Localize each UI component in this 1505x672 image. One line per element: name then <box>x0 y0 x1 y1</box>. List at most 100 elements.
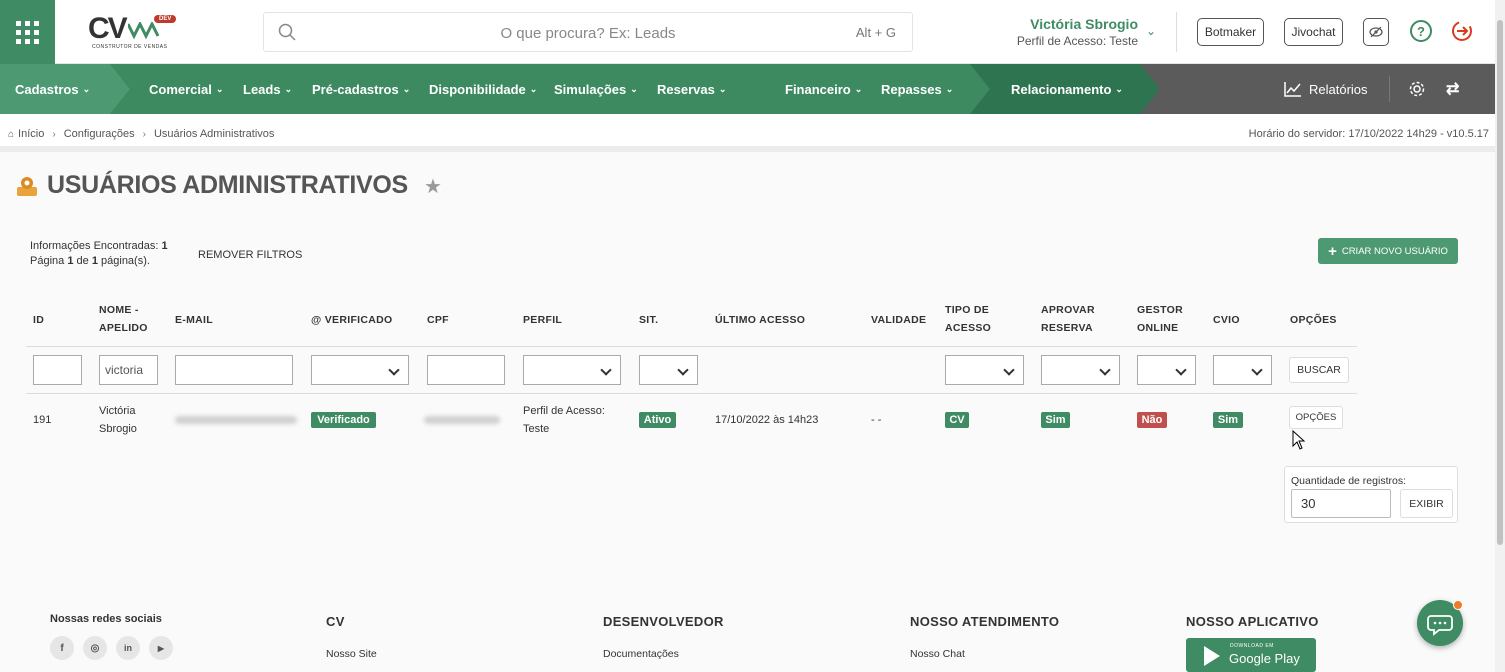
filter-email-input[interactable] <box>175 355 293 385</box>
nav-pre-cadastros[interactable]: Pré-cadastros ⌄ <box>312 64 410 114</box>
breadcrumb-item[interactable]: Início <box>18 128 44 140</box>
logout-icon[interactable] <box>1451 20 1473 42</box>
nav-cadastros[interactable]: Cadastros ⌄ <box>15 64 90 114</box>
hide-eye-button[interactable] <box>1363 18 1389 46</box>
cell-validity: - - <box>871 414 882 426</box>
cvio-badge: Sim <box>1213 412 1243 428</box>
filter-id-input[interactable] <box>33 355 82 385</box>
footer-link-site[interactable]: Nosso Site <box>326 648 377 660</box>
col-header-email[interactable]: E-MAIL <box>175 311 213 329</box>
user-menu[interactable]: Victória Sbrogio Perfil de Acesso: Teste <box>1000 16 1138 48</box>
search-shortcut: Alt + G <box>855 25 896 40</box>
search-button[interactable]: BUSCAR <box>1289 357 1349 383</box>
filter-access-type-select[interactable] <box>945 355 1024 385</box>
filter-name-input[interactable]: victoria <box>99 355 158 385</box>
remove-filters-button[interactable]: REMOVER FILTROS <box>198 249 302 261</box>
chart-line-icon <box>1284 82 1301 97</box>
breadcrumb-item[interactable]: Configurações <box>64 128 135 140</box>
star-icon[interactable]: ★ <box>424 174 442 199</box>
breadcrumb-item: Usuários Administrativos <box>153 128 275 140</box>
chevron-right-icon: › <box>142 128 146 140</box>
breadcrumb: ⌂ Início › Configurações › Usuários Admi… <box>8 128 274 140</box>
home-icon: ⌂ <box>8 128 15 140</box>
nav-disponibilidade[interactable]: Disponibilidade ⌄ <box>429 64 537 114</box>
eye-slash-icon <box>1369 26 1383 38</box>
col-header-validity[interactable]: VALIDADE <box>871 311 926 329</box>
results-info: Informações Encontradas: 1 Página 1 de 1… <box>30 240 168 267</box>
footer-link-chat[interactable]: Nosso Chat <box>910 648 965 660</box>
settings-button[interactable] <box>1408 64 1426 114</box>
col-header-status[interactable]: SIT. <box>639 311 658 329</box>
facebook-icon[interactable]: f <box>50 636 74 660</box>
play-store-icon <box>1204 646 1220 666</box>
show-button[interactable]: EXIBIR <box>1400 489 1453 518</box>
page-title: USUÁRIOS ADMINISTRATIVOS <box>47 171 408 199</box>
nav-leads[interactable]: Leads ⌄ <box>243 64 292 114</box>
chevron-down-icon[interactable]: ⌄ <box>1146 24 1156 38</box>
logo-subtitle: CONSTRUTOR DE VENDAS <box>92 44 168 50</box>
col-header-cpf[interactable]: CPF <box>427 311 449 329</box>
plus-icon: + <box>1328 242 1337 260</box>
col-header-cvio[interactable]: CVIO <box>1213 311 1240 329</box>
gear-icon <box>1409 81 1425 97</box>
filter-cpf-input[interactable] <box>427 355 505 385</box>
filter-online-manager-select[interactable] <box>1137 355 1196 385</box>
col-header-name[interactable]: NOME - APELIDO <box>99 301 159 337</box>
chat-widget-button[interactable] <box>1417 600 1463 646</box>
user-gear-icon <box>17 177 37 196</box>
linkedin-icon[interactable]: in <box>116 636 140 660</box>
col-header-profile[interactable]: PERFIL <box>523 311 562 329</box>
footer-support-title: NOSSO ATENDIMENTO <box>910 614 1060 629</box>
col-header-last-access[interactable]: ÚLTIMO ACESSO <box>715 311 805 329</box>
global-search[interactable]: O que procura? Ex: Leads Alt + G <box>263 12 913 52</box>
user-name: Victória Sbrogio <box>1030 16 1138 32</box>
nav-comercial[interactable]: Comercial ⌄ <box>149 64 223 114</box>
filter-status-select[interactable] <box>639 355 698 385</box>
youtube-icon[interactable]: ▶ <box>149 636 173 660</box>
col-header-options: OPÇÕES <box>1290 314 1337 326</box>
filter-cvio-select[interactable] <box>1213 355 1272 385</box>
google-play-button[interactable]: DOWNLOAD EM Google Play <box>1186 638 1316 672</box>
nav-reservas[interactable]: Reservas ⌄ <box>657 64 726 114</box>
botmaker-button[interactable]: Botmaker <box>1197 18 1264 46</box>
col-header-id[interactable]: ID <box>33 311 44 329</box>
cv-logo[interactable]: CV DEV CONSTRUTOR DE VENDAS <box>88 12 183 54</box>
nav-repasses[interactable]: Repasses ⌄ <box>881 64 953 114</box>
cell-profile: Perfil de Acesso: Teste <box>523 405 605 435</box>
approve-badge: Sim <box>1041 412 1070 428</box>
search-input[interactable]: O que procura? Ex: Leads <box>264 25 912 42</box>
instagram-icon[interactable]: ◎ <box>83 636 107 660</box>
create-user-button[interactable]: + CRIAR NOVO USUÁRIO <box>1318 238 1458 264</box>
row-options-button[interactable]: OPÇÕES <box>1289 406 1343 429</box>
col-header-online-manager[interactable]: GESTOR ONLINE <box>1137 301 1197 337</box>
swap-icon[interactable]: ⇄ <box>1446 64 1459 114</box>
col-header-access-type[interactable]: TIPO DE ACESSO <box>945 301 1005 337</box>
col-header-approve-reservation[interactable]: APROVAR RESERVA <box>1041 301 1111 337</box>
col-header-verified[interactable]: @ VERIFICADO <box>311 311 393 329</box>
nav-financeiro[interactable]: Financeiro ⌄ <box>785 64 862 114</box>
jivochat-button[interactable]: Jivochat <box>1284 18 1343 46</box>
filter-verified-select[interactable] <box>311 355 409 385</box>
help-icon[interactable]: ? <box>1410 20 1432 42</box>
records-label: Quantidade de registros: <box>1291 475 1406 487</box>
records-input[interactable]: 30 <box>1291 489 1391 518</box>
logo-wave-icon <box>128 22 160 40</box>
cell-name: Victória Sbrogio <box>99 405 137 435</box>
divider <box>26 346 1357 347</box>
grid-icon <box>16 20 39 44</box>
scrollbar[interactable] <box>1495 0 1505 672</box>
user-profile: Perfil de Acesso: Teste <box>1016 34 1138 48</box>
access-type-badge: CV <box>945 412 969 428</box>
cell-cpf-redacted <box>424 416 500 424</box>
divider <box>1389 76 1390 102</box>
mouse-cursor-icon <box>1292 430 1306 450</box>
apps-menu-button[interactable] <box>0 0 55 64</box>
nav-relacionamento[interactable]: Relacionamento ⌄ <box>1011 64 1123 114</box>
filter-profile-select[interactable] <box>523 355 621 385</box>
nav-relatorios[interactable]: Relatórios <box>1284 64 1368 114</box>
footer-dev-title: DESENVOLVEDOR <box>603 614 724 629</box>
nav-simulacoes[interactable]: Simulações ⌄ <box>554 64 638 114</box>
filter-approve-reservation-select[interactable] <box>1041 355 1120 385</box>
records-per-page: Quantidade de registros: 30 EXIBIR <box>1284 466 1458 523</box>
footer-link-docs[interactable]: Documentações <box>603 648 679 660</box>
